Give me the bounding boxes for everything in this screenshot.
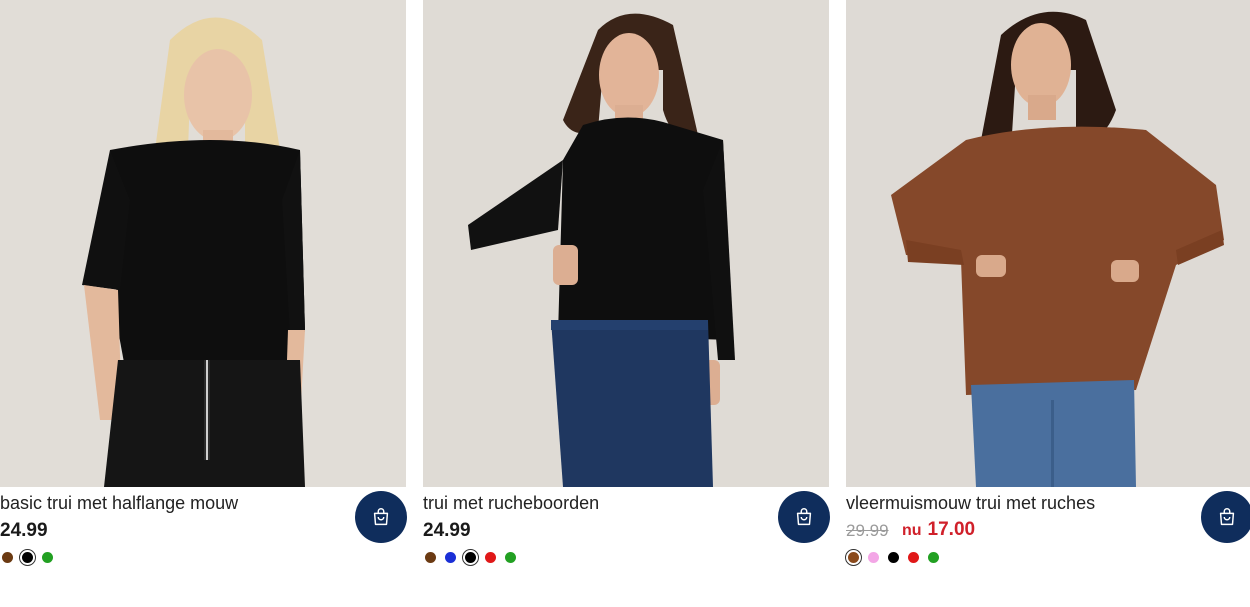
color-swatch[interactable] — [868, 552, 879, 563]
color-swatch[interactable] — [42, 552, 53, 563]
product-card: vleermuismouw trui met ruches 29.99 nu 17… — [845, 0, 1250, 600]
product-card: trui met rucheboorden 24.99 — [423, 0, 830, 600]
product-photo — [846, 0, 1250, 487]
color-swatches — [425, 549, 516, 566]
product-price-sale: nu 17.00 — [902, 518, 975, 543]
add-to-cart-button[interactable] — [778, 491, 830, 543]
product-title[interactable]: basic trui met halflange mouw — [0, 492, 238, 514]
add-to-cart-button[interactable] — [355, 491, 407, 543]
color-swatch[interactable] — [445, 552, 456, 563]
color-swatch[interactable] — [888, 552, 899, 563]
product-price-original: 29.99 — [846, 521, 889, 540]
sale-amount: 17.00 — [927, 519, 976, 540]
product-price: 24.99 — [0, 520, 48, 541]
color-swatch-selected[interactable] — [19, 549, 36, 566]
product-card: basic trui met halflange mouw 24.99 — [0, 0, 407, 600]
product-photo — [0, 0, 406, 487]
color-swatches — [2, 549, 53, 566]
product-title[interactable]: vleermuismouw trui met ruches — [846, 492, 1095, 514]
color-swatch[interactable] — [908, 552, 919, 563]
add-to-cart-button[interactable] — [1201, 491, 1250, 543]
color-swatch[interactable] — [425, 552, 436, 563]
color-swatch-selected[interactable] — [462, 549, 479, 566]
shopping-bag-icon — [373, 508, 389, 526]
product-image[interactable] — [846, 0, 1250, 487]
shopping-bag-icon — [796, 508, 812, 526]
product-photo — [423, 0, 829, 487]
product-price: 24.99 — [423, 520, 471, 541]
color-swatch[interactable] — [928, 552, 939, 563]
product-image[interactable] — [0, 0, 406, 487]
color-swatch[interactable] — [485, 552, 496, 563]
color-swatches — [845, 549, 939, 566]
sale-prefix: nu — [902, 522, 922, 539]
product-title[interactable]: trui met rucheboorden — [423, 492, 599, 514]
color-swatch[interactable] — [2, 552, 13, 563]
shopping-bag-icon — [1219, 508, 1235, 526]
product-image[interactable] — [423, 0, 829, 487]
color-swatch[interactable] — [505, 552, 516, 563]
product-grid: basic trui met halflange mouw 24.99 trui… — [0, 0, 1250, 607]
color-swatch-selected[interactable] — [845, 549, 862, 566]
